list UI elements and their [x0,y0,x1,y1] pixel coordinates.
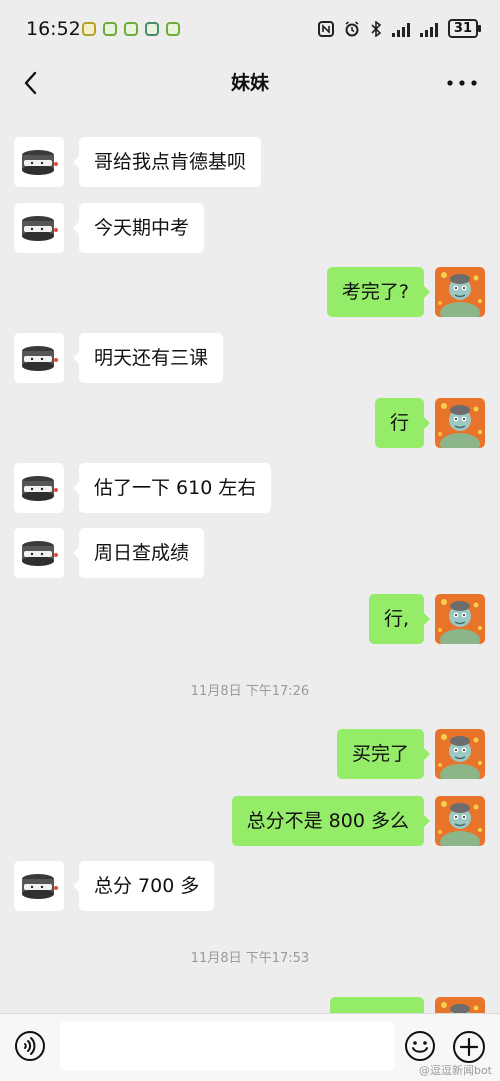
message-bubble[interactable]: 明天还有三课 [72,333,224,383]
message-list[interactable]: 11月8日 下午17:26 11月8日 下午17:53 哥给我点肯德基呗 今天期中… [0,108,500,1013]
nfc-icon [317,20,334,37]
more-icon[interactable] [442,70,482,96]
outgoing-message: 总分不是 800 多么 [0,794,500,846]
outgoing-message [0,995,500,1013]
app-notification-icon [166,22,180,36]
incoming-message: 今天期中考 [0,201,500,253]
message-bubble[interactable]: 总分 700 多 [72,861,215,911]
outgoing-message: 买完了 [0,727,500,779]
avatar[interactable] [435,997,485,1013]
avatar[interactable] [14,203,64,253]
outgoing-message: 行, [0,592,500,644]
app-notification-icon [103,22,117,36]
avatar[interactable] [14,528,64,578]
incoming-message: 周日查成绩 [0,526,500,578]
status-time: 16:52 [26,18,81,40]
app-notification-icon [82,22,96,36]
status-indicators: 31 [317,19,482,38]
chat-title: 妹妹 [230,72,269,94]
avatar[interactable] [14,137,64,187]
incoming-message: 哥给我点肯德基呗 [0,135,500,187]
app-notification-icon [145,22,159,36]
plus-icon[interactable] [452,1030,486,1064]
voice-icon[interactable] [14,1030,46,1062]
incoming-message: 总分 700 多 [0,859,500,911]
signal-icon [419,21,438,37]
timestamp: 11月8日 下午17:26 [190,684,310,699]
message-bubble[interactable]: 估了一下 610 左右 [72,463,272,513]
notification-icons [82,22,180,36]
message-bubble[interactable]: 行, [368,594,431,644]
message-input[interactable] [60,1021,394,1071]
alarm-icon [345,20,359,36]
avatar[interactable] [435,398,485,448]
avatar[interactable] [14,861,64,911]
app-notification-icon [124,22,138,36]
message-bubble[interactable]: 周日查成绩 [72,528,205,578]
input-bar: @逗逗新闻bot [0,1013,500,1081]
message-bubble[interactable] [330,997,424,1013]
avatar[interactable] [14,333,64,383]
message-bubble[interactable]: 行 [374,398,431,448]
back-icon[interactable] [20,70,44,96]
message-bubble[interactable]: 考完了? [326,267,431,317]
message-bubble[interactable]: 总分不是 800 多么 [231,796,431,846]
avatar[interactable] [435,267,485,317]
outgoing-message: 行 [0,396,500,448]
incoming-message: 估了一下 610 左右 [0,461,500,513]
incoming-message: 明天还有三课 [0,331,500,383]
chat-header: 妹妹 [0,58,500,108]
avatar[interactable] [14,463,64,513]
message-bubble[interactable]: 今天期中考 [72,203,205,253]
status-bar: 16:52 31 [0,0,500,58]
bluetooth-icon [371,20,382,37]
emoji-icon[interactable] [404,1030,436,1062]
avatar[interactable] [435,729,485,779]
outgoing-message: 考完了? [0,265,500,317]
signal-icon [391,21,410,37]
watermark: @逗逗新闻bot [418,1064,492,1077]
timestamp: 11月8日 下午17:53 [190,951,310,966]
message-bubble[interactable]: 买完了 [336,729,431,779]
avatar[interactable] [435,594,485,644]
avatar[interactable] [435,796,485,846]
message-bubble[interactable]: 哥给我点肯德基呗 [72,137,262,187]
battery-icon: 31 [447,19,482,38]
